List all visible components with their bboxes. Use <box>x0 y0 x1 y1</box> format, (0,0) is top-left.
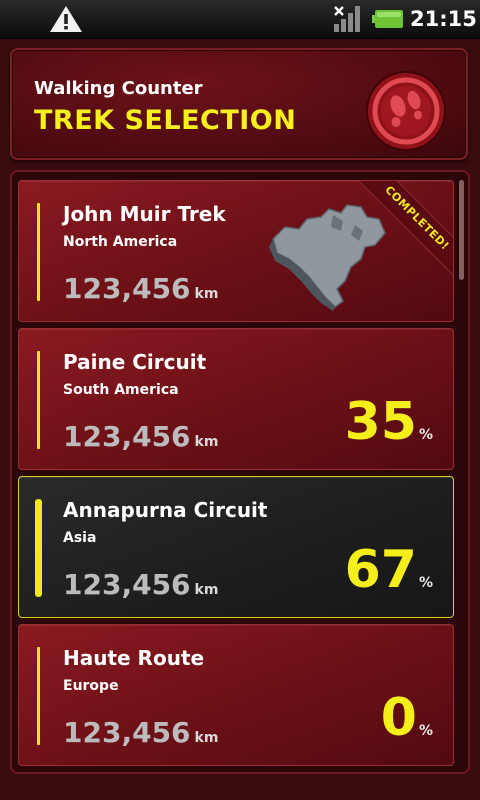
status-bar: 21:15 <box>0 0 480 39</box>
header-panel: Walking Counter TREK SELECTION <box>10 48 468 160</box>
distance-value: 123,456 <box>63 272 191 305</box>
trek-name: Annapurna Circuit <box>63 498 268 522</box>
accent-bar <box>37 647 40 745</box>
trek-name: Paine Circuit <box>63 350 207 374</box>
trek-distance: 123,456 km <box>63 713 218 753</box>
distance-value: 123,456 <box>63 716 191 749</box>
progress-value: 35 <box>344 392 417 452</box>
app-name: Walking Counter <box>34 78 203 99</box>
accent-bar <box>37 203 40 301</box>
trek-region: Asia <box>63 530 97 546</box>
distance-value: 123,456 <box>63 420 191 453</box>
distance-unit: km <box>194 730 219 746</box>
footprints-logo-icon[interactable] <box>365 70 447 152</box>
warning-icon[interactable] <box>49 5 83 33</box>
trek-name: John Muir Trek <box>63 202 226 226</box>
trek-card-haute-route[interactable]: Haute Route Europe 123,456 km 0% <box>18 624 454 766</box>
status-clock: 21:15 <box>410 7 477 31</box>
trek-card-paine[interactable]: Paine Circuit South America 123,456 km 35… <box>18 328 454 470</box>
trek-progress: 67% <box>345 539 433 609</box>
trek-distance: 123,456 km <box>63 565 218 605</box>
progress-value: 0 <box>380 688 417 748</box>
trek-distance: 123,456 km <box>63 417 218 457</box>
accent-bar <box>35 499 42 597</box>
trek-card-john-muir[interactable]: John Muir Trek North America 123,456 km C… <box>18 180 454 322</box>
accent-bar <box>37 351 40 449</box>
trek-name: Haute Route <box>63 646 205 670</box>
trek-list[interactable]: John Muir Trek North America 123,456 km C… <box>10 170 470 774</box>
distance-unit: km <box>194 286 219 302</box>
progress-unit: % <box>418 723 433 739</box>
progress-unit: % <box>418 575 433 591</box>
page-title: TREK SELECTION <box>34 105 297 136</box>
trek-region: South America <box>63 382 179 398</box>
distance-value: 123,456 <box>63 568 191 601</box>
distance-unit: km <box>194 582 219 598</box>
trek-progress: 35% <box>345 391 433 461</box>
trek-card-annapurna[interactable]: Annapurna Circuit Asia 123,456 km 67% <box>18 476 454 618</box>
progress-value: 67 <box>344 540 417 600</box>
trek-progress: 0% <box>381 687 433 757</box>
north-america-map-icon <box>269 204 386 311</box>
list-scrollbar[interactable] <box>459 180 464 280</box>
trek-region: Europe <box>63 678 119 694</box>
trek-region: North America <box>63 234 178 250</box>
distance-unit: km <box>194 434 219 450</box>
signal-icon <box>334 6 360 32</box>
battery-icon <box>372 10 403 28</box>
progress-unit: % <box>418 427 433 443</box>
trek-distance: 123,456 km <box>63 269 218 309</box>
